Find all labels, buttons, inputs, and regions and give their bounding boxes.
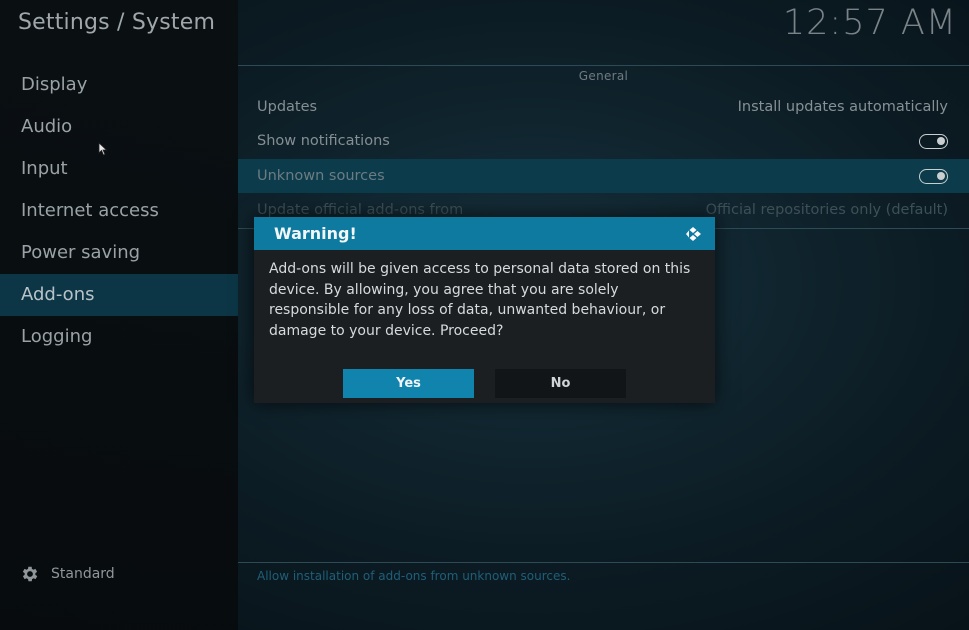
no-button[interactable]: No [495,369,626,398]
setting-updates[interactable]: Updates Install updates automatically [238,90,969,124]
divider [238,65,969,66]
clock: 12:57 AM [782,3,957,43]
yes-button[interactable]: Yes [343,369,474,398]
setting-unknown-sources[interactable]: Unknown sources [238,159,969,193]
setting-label: Unknown sources [257,168,385,184]
sidebar-item-logging[interactable]: Logging [0,316,238,358]
dialog-header: Warning! [254,217,715,250]
help-text: Allow installation of add-ons from unkno… [257,569,571,583]
sidebar-item-audio[interactable]: Audio [0,106,238,148]
kodi-logo-icon [686,226,701,241]
divider [238,562,969,563]
gear-icon [22,566,38,582]
sidebar-item-internet-access[interactable]: Internet access [0,190,238,232]
sidebar-item-power-saving[interactable]: Power saving [0,232,238,274]
setting-value: Official repositories only (default) [705,202,948,218]
sidebar-item-add-ons[interactable]: Add-ons [0,274,238,316]
mouse-cursor-icon [98,142,108,156]
settings-level-button[interactable]: Standard [20,563,115,585]
section-title: General [578,69,629,83]
sidebar-item-display[interactable]: Display [0,64,238,106]
toggle-switch[interactable] [919,133,948,149]
page-title: Settings / System [18,10,216,35]
settings-level-label: Standard [51,566,115,582]
toggle-switch[interactable] [919,168,948,184]
dialog-title: Warning! [274,224,357,243]
setting-value: Install updates automatically [737,99,948,115]
setting-label: Updates [257,99,318,115]
dialog-message: Add-ons will be given access to personal… [269,261,691,339]
setting-label: Update official add-ons from [257,202,464,218]
setting-show-notifications[interactable]: Show notifications [238,124,969,158]
sidebar-item-input[interactable]: Input [0,148,238,190]
warning-dialog: Warning! Add-ons will be given access to… [254,217,715,403]
setting-label: Show notifications [257,133,390,149]
